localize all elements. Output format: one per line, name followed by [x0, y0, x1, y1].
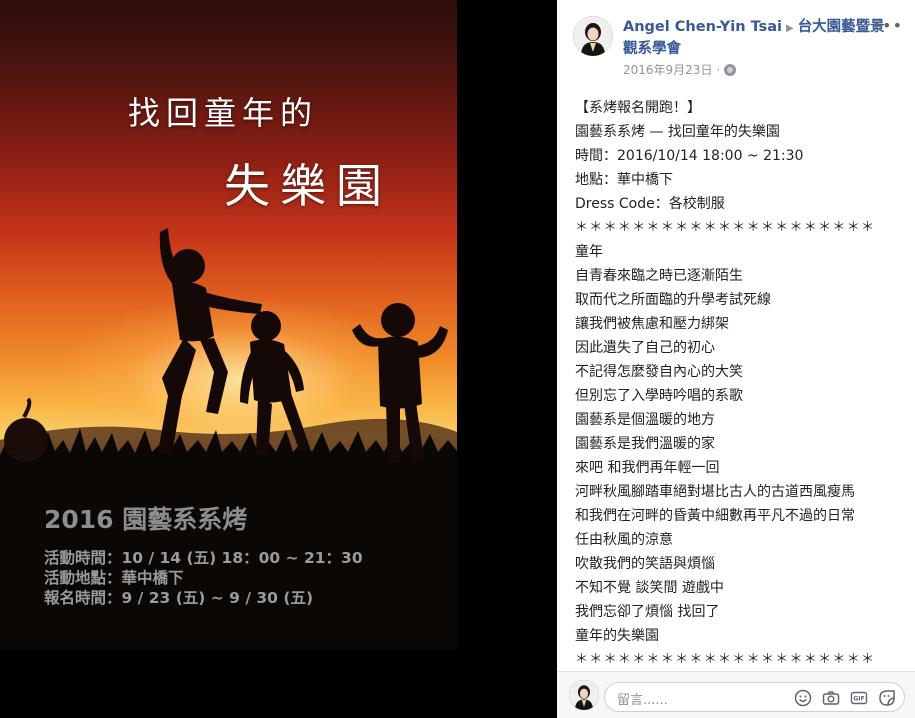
post-meta: 2016年9月23日 · [623, 61, 737, 78]
post-line: 取而代之所面臨的升學考試死線 [575, 292, 771, 308]
event-poster-image[interactable]: 找回童年的 失樂園 2016 園藝系系烤 活動時間：10 / 14 (五) 18… [0, 0, 457, 650]
post-line: Dress Code：各校制服 [575, 196, 725, 212]
poster-detail-registration: 報名時間：9 / 23 (五) ~ 9 / 30 (五) [44, 589, 314, 607]
gif-icon[interactable]: GIF [849, 688, 868, 707]
poster-detail-time: 活動時間：10 / 14 (五) 18：00 ~ 21：30 [44, 549, 363, 567]
post-line: 河畔秋風腳踏車絕對堪比古人的古道西風瘦馬 [575, 484, 855, 500]
poster-details: 活動時間：10 / 14 (五) 18：00 ~ 21：30 活動地點：華中橋下… [44, 548, 363, 608]
post-pane: Angel Chen-Yin Tsai ▶ 台大園藝暨景觀系學會 ••• 2016年… [557, 0, 915, 718]
person-avatar-icon [569, 680, 599, 710]
person-avatar-icon [573, 16, 613, 56]
post-line: 園藝系是個溫暖的地方 [575, 412, 715, 428]
post-line: 任由秋風的涼意 [575, 532, 673, 548]
post-line: 不知不覺 談笑間 遊戲中 [575, 580, 724, 596]
post-line: 自青春來臨之時已逐漸陌生 [575, 268, 743, 284]
post-line: 園藝系系烤 — 找回童年的失樂園 [575, 124, 780, 140]
post-divider-stars: ＊＊＊＊＊＊＊＊＊＊＊＊＊＊＊＊＊＊＊＊＊ [575, 652, 876, 667]
poster-title-line2: 失樂園 [224, 159, 392, 213]
post-line: 和我們在河畔的昏黃中細數再平凡不過的日常 [575, 508, 855, 524]
comment-input[interactable]: 留言...... GIF [604, 682, 905, 712]
post-line: 地點：華中橋下 [575, 172, 673, 188]
more-options-button[interactable]: ••• [872, 16, 903, 35]
emoji-icon[interactable] [793, 688, 812, 707]
post-line: 不記得怎麼發自內心的大笑 [575, 364, 743, 380]
post-line: 童年的失樂園 [575, 628, 659, 644]
author-line: Angel Chen-Yin Tsai ▶ 台大園藝暨景觀系學會 [623, 17, 885, 60]
post-divider-stars: ＊＊＊＊＊＊＊＊＊＊＊＊＊＊＊＊＊＊＊＊＊ [575, 220, 876, 235]
post-line: 童年 [575, 244, 603, 260]
post-line: 吹散我們的笑語與煩惱 [575, 556, 715, 572]
post-body: 【系烤報名開跑！】 園藝系系烤 — 找回童年的失樂園 時間：2016/10/14… [575, 96, 905, 670]
poster-title-line1: 找回童年的 [128, 94, 319, 132]
photo-viewer: 找回童年的 失樂園 2016 園藝系系烤 活動時間：10 / 14 (五) 18… [0, 0, 557, 718]
post-line: 因此遺失了自己的初心 [575, 340, 715, 356]
post-line: 【系烤報名開跑！】 [575, 100, 701, 116]
poster-event-title: 2016 園藝系系烤 [44, 505, 248, 534]
post-line: 園藝系是我們溫暖的家 [575, 436, 715, 452]
poster-detail-location: 活動地點：華中橋下 [44, 569, 184, 587]
post-line: 我們忘卻了煩惱 找回了 [575, 604, 720, 620]
comment-bar: 留言...... GIF [557, 671, 915, 718]
sticker-icon[interactable] [877, 688, 896, 707]
comment-tools: GIF [793, 688, 896, 707]
post-line: 讓我們被焦慮和壓力綁架 [575, 316, 729, 332]
post-line: 來吧 和我們再年輕一回 [575, 460, 720, 476]
author-name-link[interactable]: Angel Chen-Yin Tsai [623, 19, 782, 35]
post-line: 時間：2016/10/14 18:00 ~ 21:30 [575, 148, 804, 164]
comment-placeholder: 留言...... [617, 693, 668, 708]
share-arrow-icon: ▶ [785, 23, 794, 34]
post-header: Angel Chen-Yin Tsai ▶ 台大園藝暨景觀系學會 ••• 2016年… [557, 0, 915, 88]
current-user-avatar[interactable] [569, 680, 599, 710]
post-date-link[interactable]: 2016年9月23日 [623, 61, 712, 78]
separator-dot: · [716, 62, 721, 77]
camera-icon[interactable] [821, 688, 840, 707]
gif-label: GIF [853, 695, 864, 702]
post-line: 但別忘了入學時吟唱的系歌 [575, 388, 743, 404]
author-avatar[interactable] [573, 16, 613, 56]
audience-icon[interactable] [724, 63, 737, 76]
